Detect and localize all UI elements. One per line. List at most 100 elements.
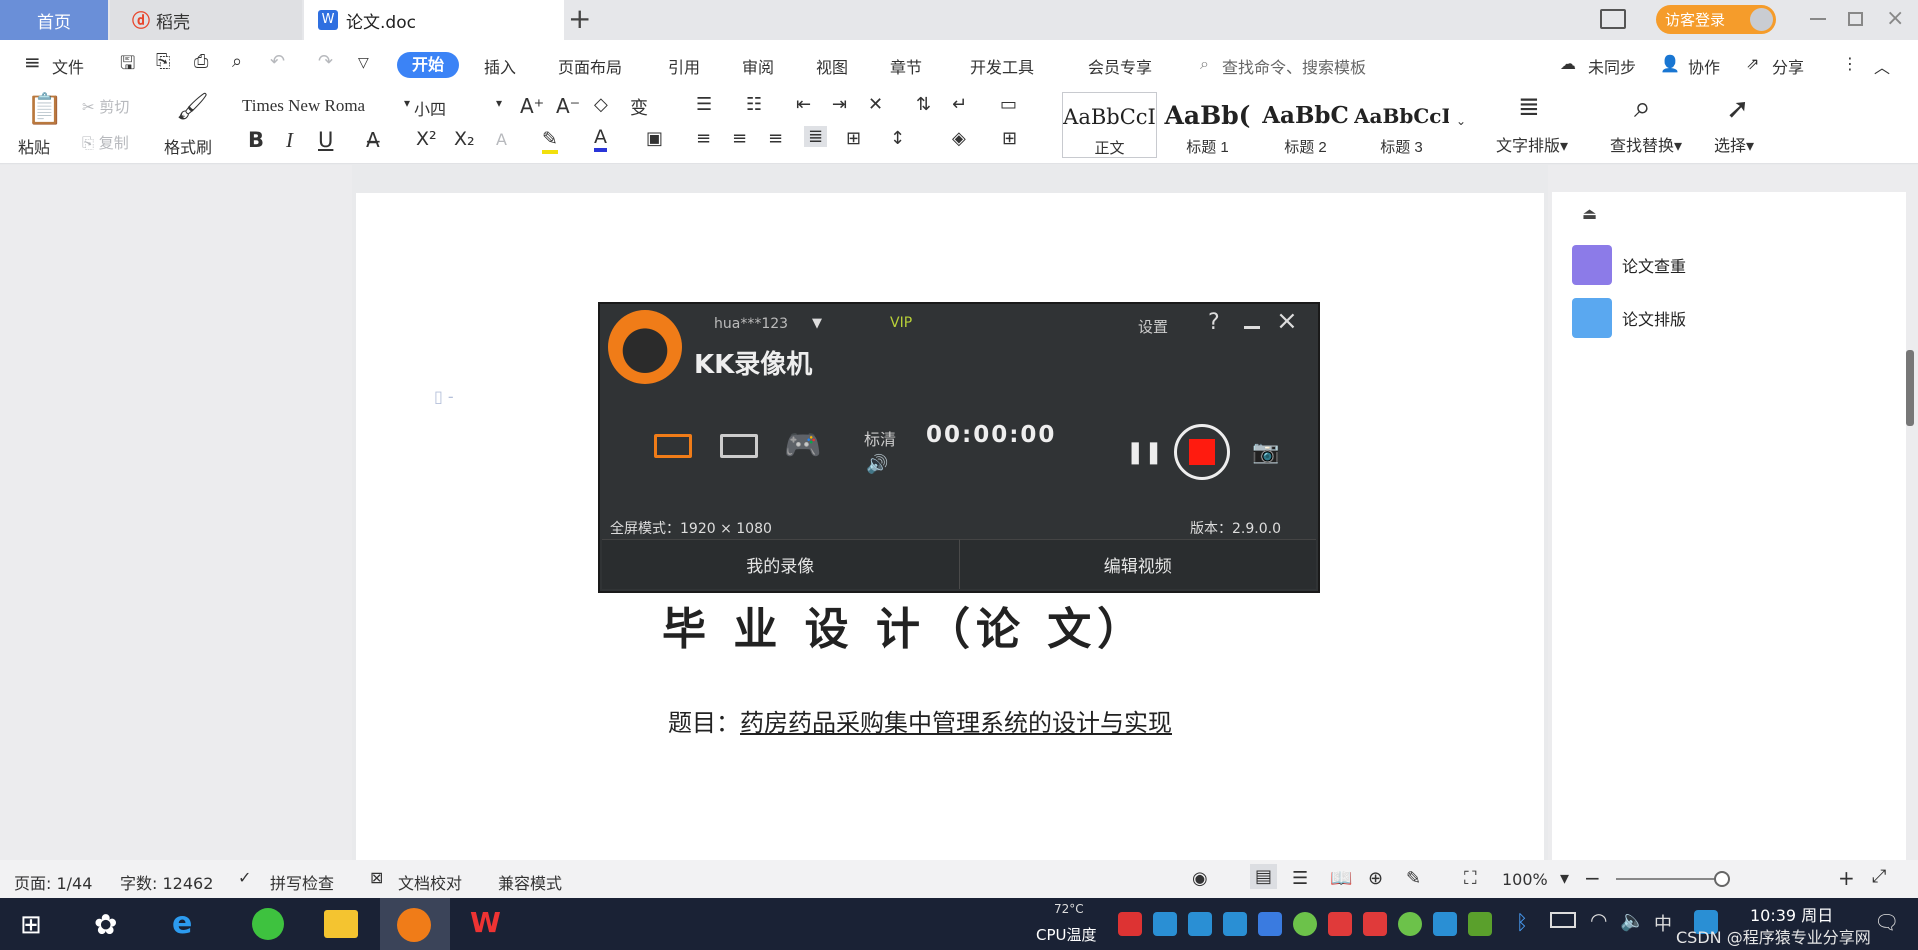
borders-icon[interactable]: ⊞: [1002, 128, 1017, 149]
text-effect-icon[interactable]: A: [496, 130, 507, 149]
tab-daoke[interactable]: ⓓ 稻壳: [110, 0, 302, 40]
tab-document[interactable]: W 论文.doc: [304, 0, 564, 40]
write-view-icon[interactable]: ✎: [1406, 868, 1421, 889]
style-heading-3[interactable]: AaBbCcI 标题 3: [1354, 92, 1449, 158]
bluetooth-icon[interactable]: ᛒ: [1516, 910, 1528, 934]
menu-start[interactable]: 开始: [397, 52, 459, 78]
cut-button[interactable]: ✂ 剪切: [82, 96, 129, 117]
edit-video-button[interactable]: 编辑视频: [958, 539, 1316, 589]
kk-help-button[interactable]: ?: [1208, 310, 1220, 335]
menu-insert[interactable]: 插入: [484, 54, 516, 78]
screenshot-camera-icon[interactable]: 📷: [1252, 440, 1279, 465]
undo-icon[interactable]: ↶: [270, 51, 285, 72]
kk-username[interactable]: hua***123: [714, 316, 788, 332]
style-normal[interactable]: AaBbCcI 正文: [1062, 92, 1157, 158]
menu-member[interactable]: 会员专享: [1088, 54, 1152, 78]
superscript-button[interactable]: X²: [416, 128, 437, 150]
export-icon[interactable]: ⎘: [156, 51, 170, 72]
find-replace-button[interactable]: 查找替换▾: [1610, 132, 1682, 156]
kk-recorder-window[interactable]: hua***123 ▼ VIP 设置 ? × KK录像机 🎮 标清 🔊 00:0…: [598, 302, 1320, 593]
word-count[interactable]: 字数: 12462: [120, 870, 213, 894]
zoom-out-icon[interactable]: −: [1584, 866, 1601, 890]
underline-button[interactable]: U: [318, 128, 333, 152]
tray-app-icon[interactable]: [1433, 912, 1457, 936]
fullscreen-icon[interactable]: ⤢: [1872, 866, 1886, 887]
menu-file[interactable]: 文件: [52, 54, 84, 78]
sort-icon[interactable]: ⇅: [916, 94, 931, 115]
save-icon[interactable]: 🖫: [120, 51, 135, 81]
italic-button[interactable]: I: [286, 128, 293, 153]
zoom-dropdown-icon[interactable]: ▾: [1560, 868, 1569, 889]
tray-app-icon[interactable]: [1363, 912, 1387, 936]
chinese-layout-icon[interactable]: ✕: [868, 94, 883, 115]
login-button[interactable]: 访客登录: [1656, 5, 1776, 34]
restore-icon[interactable]: [1848, 12, 1863, 26]
subscript-button[interactable]: X₂: [454, 128, 475, 150]
menu-dev-tools[interactable]: 开发工具: [970, 54, 1034, 78]
zoom-slider-thumb[interactable]: [1714, 871, 1730, 887]
increase-indent-icon[interactable]: ⇥: [832, 94, 847, 115]
font-color-icon[interactable]: A: [594, 126, 607, 152]
wifi-icon[interactable]: ◠: [1590, 908, 1607, 932]
my-videos-button[interactable]: 我的录像: [602, 539, 959, 589]
paper-format-button[interactable]: 论文排版: [1572, 298, 1722, 338]
user-dropdown-icon[interactable]: ▼: [812, 316, 822, 331]
text-layout-button[interactable]: 文字排版▾: [1496, 132, 1568, 156]
tray-app-icon[interactable]: [1223, 912, 1247, 936]
share-button[interactable]: 分享: [1772, 54, 1804, 78]
file-explorer-icon[interactable]: [324, 910, 358, 938]
clear-format-icon[interactable]: ◇: [594, 94, 608, 115]
read-view-icon[interactable]: 📖: [1330, 868, 1352, 889]
kk-close-icon[interactable]: ×: [1276, 306, 1298, 336]
align-right-icon[interactable]: ≡: [768, 128, 783, 149]
web-view-icon[interactable]: ⊕: [1368, 868, 1383, 889]
browser-green-icon[interactable]: [252, 908, 284, 940]
fullscreen-mode-icon[interactable]: [654, 434, 692, 458]
collapse-ribbon-icon[interactable]: ︿: [1874, 54, 1890, 78]
char-border-icon[interactable]: ▣: [646, 128, 663, 149]
close-window-icon[interactable]: ×: [1886, 6, 1904, 31]
zoom-in-icon[interactable]: +: [1838, 866, 1855, 890]
sync-status[interactable]: 未同步: [1588, 54, 1636, 78]
spell-check-button[interactable]: 拼写检查: [270, 870, 334, 894]
menu-reference[interactable]: 引用: [668, 54, 700, 78]
wps-icon[interactable]: W: [470, 906, 501, 939]
font-size-select[interactable]: 小四: [414, 96, 446, 120]
tray-shield-icon[interactable]: [1258, 912, 1282, 936]
menu-review[interactable]: 审阅: [742, 54, 774, 78]
taskbar-kk-recorder[interactable]: [380, 898, 450, 950]
format-painter-button[interactable]: 格式刷: [164, 134, 212, 158]
collab-button[interactable]: 协作: [1688, 54, 1720, 78]
clock[interactable]: 10:39 周日: [1750, 902, 1833, 926]
tray-chat-icon[interactable]: [1398, 912, 1422, 936]
shrink-font-icon[interactable]: A⁻: [556, 94, 580, 118]
fit-page-icon[interactable]: ⛶: [1464, 868, 1477, 889]
volume-icon[interactable]: 🔊: [866, 454, 888, 475]
align-left-icon[interactable]: ≡: [696, 128, 711, 149]
ie-browser-icon[interactable]: e: [172, 906, 192, 941]
game-mode-icon[interactable]: 🎮: [784, 428, 821, 463]
paste-button[interactable]: 粘贴: [18, 134, 50, 158]
decrease-indent-icon[interactable]: ⇤: [796, 94, 811, 115]
font-name-select[interactable]: Times New Roma: [242, 96, 402, 116]
quick-access-dropdown-icon[interactable]: ▽: [358, 55, 369, 71]
highlight-icon[interactable]: ✎: [542, 128, 558, 154]
font-size-dropdown-icon[interactable]: ▾: [496, 96, 502, 110]
panel-collapse-icon[interactable]: ⏏: [1582, 204, 1597, 223]
quality-label[interactable]: 标清: [864, 426, 896, 450]
grow-font-icon[interactable]: A⁺: [520, 94, 544, 118]
hamburger-menu-icon[interactable]: ≡: [24, 50, 41, 74]
speaker-icon[interactable]: 🔈: [1620, 908, 1645, 932]
style-heading-2[interactable]: AaBbC 标题 2: [1258, 92, 1353, 158]
notification-icon[interactable]: 🗨: [1874, 910, 1899, 934]
print-preview-icon[interactable]: ⌕: [232, 51, 242, 72]
input-language[interactable]: 中: [1654, 910, 1672, 936]
phonetic-icon[interactable]: 变: [630, 94, 648, 120]
show-marks-icon[interactable]: ↵: [952, 94, 967, 115]
tray-app-icon[interactable]: [1153, 912, 1177, 936]
redo-icon[interactable]: ↷: [318, 51, 333, 72]
menu-view[interactable]: 视图: [816, 54, 848, 78]
windows-start-icon[interactable]: ⊞: [20, 910, 42, 940]
eye-protect-icon[interactable]: ◉: [1192, 868, 1208, 889]
kk-settings-button[interactable]: 设置: [1138, 316, 1168, 337]
